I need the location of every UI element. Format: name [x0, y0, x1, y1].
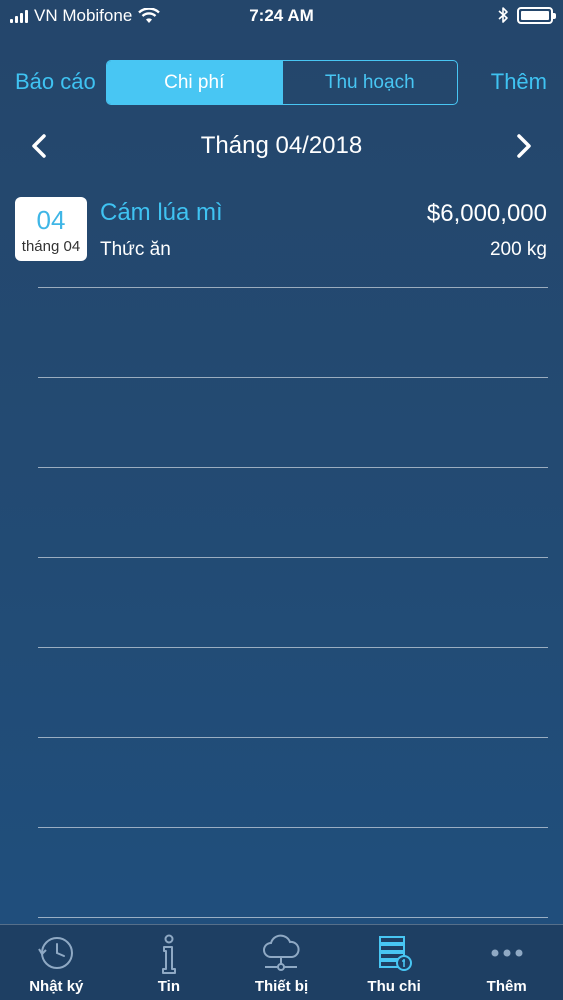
tab-more[interactable]: Thêm [450, 925, 563, 1000]
month-title: Tháng 04/2018 [200, 132, 363, 159]
add-button[interactable]: Thêm [491, 69, 547, 95]
entry-category: Thức ăn [100, 239, 171, 260]
more-dots-icon [491, 949, 523, 957]
tab-label: Nhật ký [29, 978, 84, 995]
segment-harvest[interactable]: Thu hoạch [281, 61, 458, 104]
row-divider [38, 377, 548, 378]
status-time: 7:24 AM [249, 6, 314, 25]
segment-expenses[interactable]: Chi phí [107, 61, 282, 104]
row-divider [38, 737, 548, 738]
date-month: tháng 04 [21, 238, 81, 255]
row-divider [38, 827, 548, 828]
month-selector: Tháng 04/2018 [0, 124, 563, 168]
tab-label: Tin [157, 978, 180, 995]
row-divider [38, 287, 548, 288]
entry-amount: $6,000,000 [426, 200, 547, 227]
info-icon [161, 934, 176, 974]
tab-diary[interactable]: Nhật ký [0, 925, 113, 1000]
tab-finance[interactable]: Thu chi [338, 925, 451, 1000]
tab-label: Thêm [486, 978, 527, 995]
expense-list: 04 tháng 04 Cám lúa mì $6,000,000 Thức ă… [0, 195, 563, 287]
cloud-network-icon [263, 934, 301, 971]
clock-icon [38, 937, 74, 969]
date-day: 04 [36, 205, 66, 235]
row-divider [38, 917, 548, 918]
date-badge: 04 tháng 04 [15, 197, 87, 261]
tab-devices[interactable]: Thiết bị [225, 925, 338, 1000]
nav-bar: Báo cáo Chi phí Thu hoạch Thêm [0, 54, 563, 110]
tab-label: Thu chi [367, 978, 421, 995]
money-stack-icon [379, 936, 413, 971]
tab-label: Thiết bị [254, 978, 309, 995]
list-item[interactable]: 04 tháng 04 Cám lúa mì $6,000,000 Thức ă… [0, 195, 563, 287]
entry-title: Cám lúa mì [100, 199, 223, 226]
row-divider [38, 647, 548, 648]
report-button[interactable]: Báo cáo [15, 69, 96, 95]
chevron-right-icon[interactable] [509, 132, 537, 160]
bluetooth-icon [498, 7, 508, 23]
battery-icon [517, 6, 556, 24]
row-divider [38, 557, 548, 558]
tab-news[interactable]: Tin [113, 925, 226, 1000]
entry-quantity: 200 kg [489, 239, 547, 260]
segmented-control: Chi phí Thu hoạch [106, 60, 458, 105]
row-divider [38, 467, 548, 468]
status-bar: VN Mobifone 7:24 AM [0, 0, 563, 34]
tab-bar: Nhật ký Tin Thiết bị Thu chi Thêm [0, 924, 563, 1000]
status-right [497, 6, 556, 24]
